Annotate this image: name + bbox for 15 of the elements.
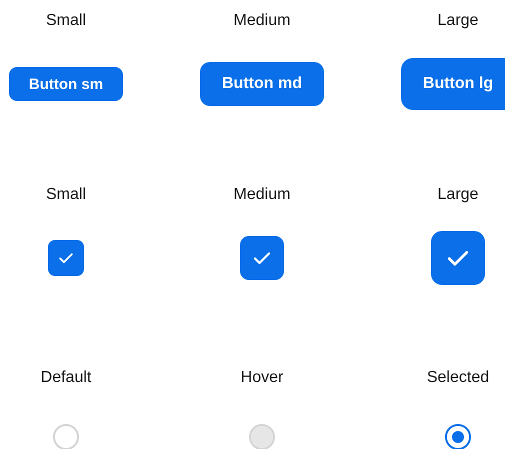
primary-button[interactable]: Button sm xyxy=(9,67,123,101)
size-label: Hover xyxy=(240,368,284,388)
size-label: Small xyxy=(46,185,86,205)
size-label: Medium xyxy=(234,11,290,31)
primary-button[interactable]: Button md xyxy=(200,62,324,106)
size-label: Selected xyxy=(426,368,490,388)
size-label: Default xyxy=(40,368,92,388)
checkbox[interactable] xyxy=(240,236,284,280)
checkbox[interactable] xyxy=(48,240,84,276)
size-label: Large xyxy=(438,185,478,205)
size-label: Small xyxy=(46,11,86,31)
primary-button[interactable]: Button lg xyxy=(401,58,505,110)
checkbox[interactable] xyxy=(431,231,485,285)
size-label: Large xyxy=(438,11,478,31)
size-label: Medium xyxy=(234,185,290,205)
